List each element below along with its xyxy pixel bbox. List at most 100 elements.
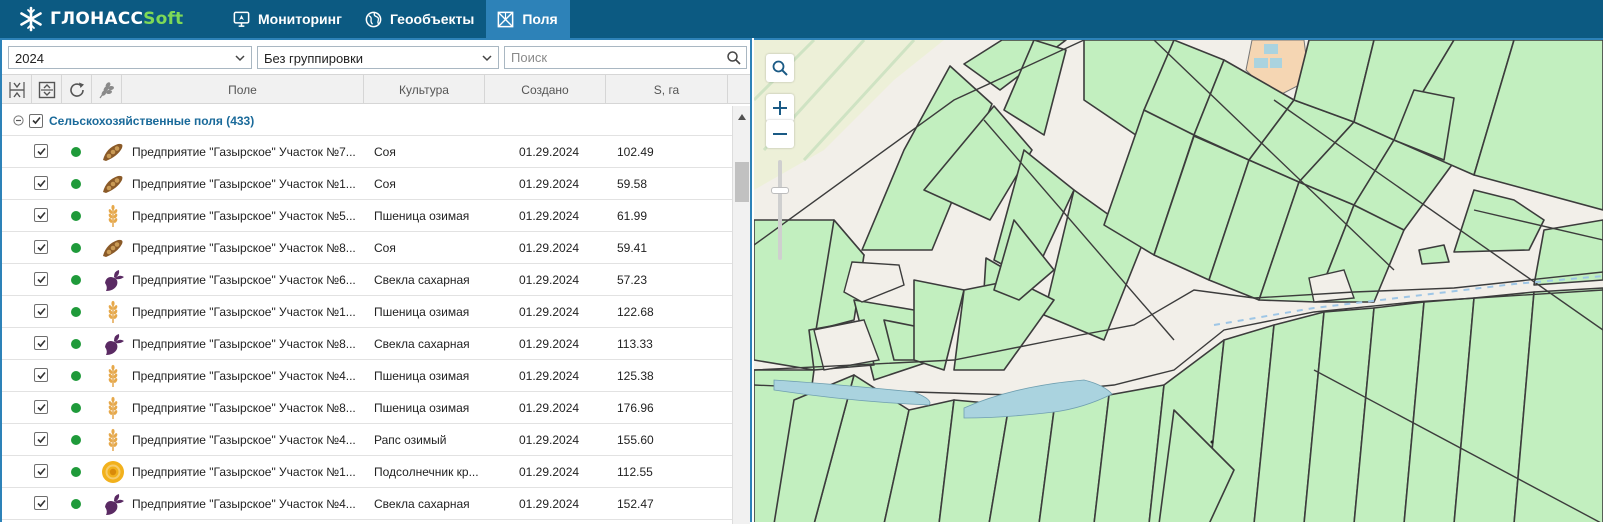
field-name: Предприятие "Газырское" Участок №4... xyxy=(132,433,356,447)
refresh-button[interactable] xyxy=(62,75,92,104)
field-area: 176.96 xyxy=(617,401,654,415)
chevron-down-icon xyxy=(482,55,492,62)
crop-filter-button[interactable] xyxy=(92,75,122,104)
field-culture: Соя xyxy=(374,177,396,191)
column-header-culture[interactable]: Культура xyxy=(364,75,485,104)
status-indicator xyxy=(71,243,81,253)
field-area: 102.49 xyxy=(617,145,654,159)
grouping-select[interactable]: Без группировки xyxy=(257,46,499,69)
status-indicator xyxy=(71,275,81,285)
status-indicator xyxy=(71,307,81,317)
nav-monitoring-label: Мониторинг xyxy=(258,11,342,27)
globe-icon xyxy=(365,11,382,27)
table-row[interactable]: Предприятие "Газырское" Участок №1... Соя… xyxy=(2,168,732,200)
status-indicator xyxy=(71,339,81,349)
row-checkbox[interactable] xyxy=(34,496,48,510)
table-row[interactable]: Предприятие "Газырское" Участок №4... Рап… xyxy=(2,424,732,456)
map-search-button[interactable] xyxy=(766,54,794,82)
field-name: Предприятие "Газырское" Участок №4... xyxy=(132,497,356,511)
field-culture: Соя xyxy=(374,241,396,255)
row-checkbox[interactable] xyxy=(34,336,48,350)
field-area: 61.99 xyxy=(617,209,648,223)
brand-logo[interactable]: ГЛОНАССSoft xyxy=(0,0,222,38)
checkmark-icon xyxy=(36,339,46,347)
zoom-out-button[interactable] xyxy=(766,120,794,148)
table-row[interactable]: Предприятие "Газырское" Участок №8... Пше… xyxy=(2,392,732,424)
search-icon xyxy=(772,60,788,76)
status-indicator xyxy=(71,467,81,477)
group-label: Сельскохозяйственные поля (433) xyxy=(49,113,255,128)
field-culture: Свекла сахарная xyxy=(374,497,470,511)
row-checkbox[interactable] xyxy=(34,144,48,158)
scrollbar-thumb[interactable] xyxy=(735,162,749,202)
refresh-icon xyxy=(69,82,84,97)
collapse-group-icon[interactable] xyxy=(13,115,24,126)
nav-fields[interactable]: Поля xyxy=(486,0,570,38)
row-checkbox[interactable] xyxy=(34,176,48,190)
field-culture: Соя xyxy=(374,145,396,159)
group-row[interactable]: Сельскохозяйственные поля (433) xyxy=(2,106,732,136)
beet-icon xyxy=(100,268,126,292)
row-checkbox[interactable] xyxy=(34,304,48,318)
table-row[interactable]: Предприятие "Газырское" Участок №6... Све… xyxy=(2,264,732,296)
chevron-down-icon xyxy=(235,55,245,62)
table-row[interactable]: Предприятие "Газырское" Участок №8... Све… xyxy=(2,328,732,360)
table-row[interactable]: Предприятие "Газырское" Участок №1... Пше… xyxy=(2,296,732,328)
column-header-created[interactable]: Создано xyxy=(485,75,606,104)
row-checkbox[interactable] xyxy=(34,400,48,414)
group-checkbox[interactable] xyxy=(29,113,43,128)
field-created-date: 01.29.2024 xyxy=(519,433,580,447)
field-culture: Подсолнечник кр... xyxy=(374,465,479,479)
search-icon[interactable] xyxy=(726,50,742,66)
checkmark-icon xyxy=(36,499,46,507)
list-scrollbar[interactable] xyxy=(732,106,750,524)
nav-geoobjects-label: Геообъекты xyxy=(389,11,475,27)
row-checkbox[interactable] xyxy=(34,368,48,382)
scroll-up-icon[interactable] xyxy=(737,113,747,121)
row-checkbox[interactable] xyxy=(34,464,48,478)
field-area: 125.38 xyxy=(617,369,654,383)
beet-icon xyxy=(100,332,126,356)
table-row[interactable]: Предприятие "Газырское" Участок №5... Пше… xyxy=(2,200,732,232)
field-name: Предприятие "Газырское" Участок №1... xyxy=(132,177,356,191)
year-select[interactable]: 2024 xyxy=(8,46,252,69)
zoom-in-button[interactable] xyxy=(766,94,794,122)
table-row[interactable]: Предприятие "Газырское" Участок №4... Све… xyxy=(2,488,732,520)
fields-list: Предприятие "Газырское" Участок №7... Соя… xyxy=(2,136,732,520)
field-name: Предприятие "Газырское" Участок №1... xyxy=(132,305,356,319)
brand-name: ГЛОНАССSoft xyxy=(50,9,184,29)
row-checkbox[interactable] xyxy=(34,432,48,446)
year-select-value: 2024 xyxy=(15,51,44,66)
column-header-field[interactable]: Поле xyxy=(122,75,364,104)
field-area: 59.58 xyxy=(617,177,648,191)
row-checkbox[interactable] xyxy=(34,272,48,286)
field-created-date: 01.29.2024 xyxy=(519,305,580,319)
map-canvas[interactable] xyxy=(754,40,1603,522)
table-row[interactable]: Предприятие "Газырское" Участок №8... Соя… xyxy=(2,232,732,264)
collapse-rows-button[interactable] xyxy=(2,75,32,104)
zoom-slider-handle[interactable] xyxy=(771,187,789,194)
table-row[interactable]: Предприятие "Газырское" Участок №4... Пше… xyxy=(2,360,732,392)
field-area: 155.60 xyxy=(617,433,654,447)
field-name: Предприятие "Газырское" Участок №7... xyxy=(132,145,356,159)
expand-rows-button[interactable] xyxy=(32,75,62,104)
row-checkbox[interactable] xyxy=(34,240,48,254)
table-row[interactable]: Предприятие "Газырское" Участок №7... Соя… xyxy=(2,136,732,168)
fields-panel: 2024 Без группировки Поиск Поле Культура… xyxy=(0,38,752,524)
nav-monitoring[interactable]: Мониторинг xyxy=(222,0,354,38)
top-navigation-bar: ГЛОНАССSoft Мониторинг Геообъекты Поля xyxy=(0,0,1603,38)
status-indicator xyxy=(71,435,81,445)
status-indicator xyxy=(71,371,81,381)
sunflower-icon xyxy=(100,460,126,484)
field-area: 113.33 xyxy=(617,337,653,351)
column-header-area[interactable]: S, га xyxy=(606,75,728,104)
row-checkbox[interactable] xyxy=(34,208,48,222)
table-row[interactable]: Предприятие "Газырское" Участок №1... Под… xyxy=(2,456,732,488)
map-view[interactable] xyxy=(754,38,1603,522)
search-input[interactable] xyxy=(505,47,715,68)
nav-geoobjects[interactable]: Геообъекты xyxy=(354,0,486,38)
field-name: Предприятие "Газырское" Участок №4... xyxy=(132,369,356,383)
zoom-slider-track[interactable] xyxy=(778,160,782,260)
field-created-date: 01.29.2024 xyxy=(519,337,580,351)
field-culture: Рапс озимый xyxy=(374,433,447,447)
